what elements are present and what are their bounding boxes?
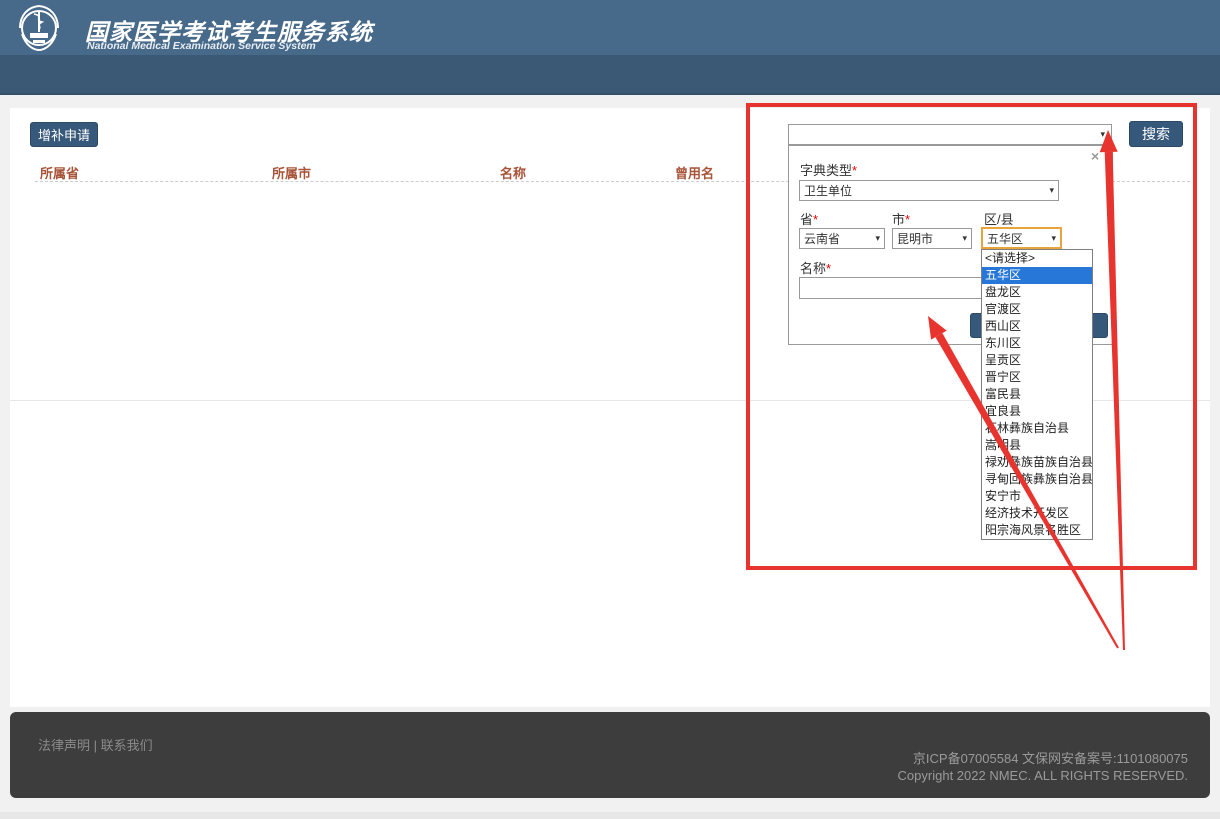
nav-bar — [0, 55, 1220, 95]
column-header-province: 所属省 — [40, 163, 79, 182]
chevron-down-icon: ▾ — [1051, 234, 1056, 243]
dropdown-option[interactable]: <请选择> — [982, 250, 1092, 267]
footer-link-separator: | — [94, 738, 97, 753]
site-subtitle: National Medical Examination Service Sys… — [87, 40, 316, 52]
contact-us-link[interactable]: 联系我们 — [101, 738, 153, 753]
city-select[interactable]: 昆明市 ▾ — [892, 228, 972, 249]
dropdown-option[interactable]: 官渡区 — [982, 301, 1092, 318]
dropdown-option[interactable]: 寻甸回族彝族自治县 — [982, 471, 1092, 488]
dropdown-option[interactable]: 富民县 — [982, 386, 1092, 403]
dropdown-option[interactable]: 宜良县 — [982, 403, 1092, 420]
dropdown-option[interactable]: 禄劝彝族苗族自治县 — [982, 454, 1092, 471]
province-label: 省* — [800, 209, 818, 228]
chevron-down-icon: ▾ — [875, 234, 880, 243]
dict-type-select[interactable]: 卫生单位 ▾ — [799, 180, 1059, 201]
column-header-former-name: 曾用名 — [675, 163, 714, 182]
dropdown-option[interactable]: 安宁市 — [982, 488, 1092, 505]
province-select[interactable]: 云南省 ▾ — [799, 228, 885, 249]
close-icon[interactable]: × — [1091, 148, 1099, 164]
chevron-down-icon: ▾ — [962, 234, 967, 243]
dict-type-label: 字典类型* — [800, 160, 857, 179]
required-asterisk: * — [826, 261, 831, 276]
dropdown-option[interactable]: 晋宁区 — [982, 369, 1092, 386]
chevron-down-icon: ▾ — [1100, 130, 1105, 139]
name-label: 名称* — [800, 258, 831, 277]
dropdown-option[interactable]: 呈贡区 — [982, 352, 1092, 369]
footer-copyright: 京ICP备07005584 文保网安备案号:1101080075 Copyrig… — [898, 750, 1188, 784]
dropdown-option[interactable]: 阳宗海风景名胜区 — [982, 522, 1092, 539]
district-label: 区/县 — [984, 209, 1014, 228]
dropdown-option[interactable]: 石林彝族自治县 — [982, 420, 1092, 437]
dropdown-option[interactable]: 西山区 — [982, 318, 1092, 335]
add-application-button[interactable]: 增补申请 — [30, 122, 98, 147]
dropdown-option[interactable]: 盘龙区 — [982, 284, 1092, 301]
required-asterisk: * — [852, 163, 857, 178]
copyright-line: Copyright 2022 NMEC. ALL RIGHTS RESERVED… — [898, 767, 1188, 784]
dropdown-option[interactable]: 经济技术开发区 — [982, 505, 1092, 522]
footer-links: 法律声明 | 联系我们 — [38, 735, 153, 754]
dropdown-option[interactable]: 嵩明县 — [982, 437, 1092, 454]
dictionary-combobox[interactable]: ▾ — [788, 124, 1112, 145]
required-asterisk: * — [813, 212, 818, 227]
bottom-strip — [0, 812, 1220, 819]
district-option-list: <请选择> 五华区 盘龙区 官渡区 西山区 东川区 呈贡区 晋宁区 富民县 宜良… — [981, 249, 1093, 540]
required-asterisk: * — [905, 212, 910, 227]
district-select[interactable]: 五华区 ▾ — [981, 227, 1062, 249]
search-button[interactable]: 搜索 — [1129, 121, 1183, 147]
column-header-city: 所属市 — [272, 163, 311, 182]
dropdown-option-selected[interactable]: 五华区 — [982, 267, 1092, 284]
nmec-logo-icon — [12, 2, 66, 54]
column-header-name: 名称 — [500, 163, 526, 182]
icp-number: 京ICP备07005584 文保网安备案号:1101080075 — [898, 750, 1188, 767]
city-label: 市* — [892, 209, 910, 228]
chevron-down-icon: ▾ — [1049, 186, 1054, 195]
legal-notice-link[interactable]: 法律声明 — [38, 738, 90, 753]
dropdown-option[interactable]: 东川区 — [982, 335, 1092, 352]
